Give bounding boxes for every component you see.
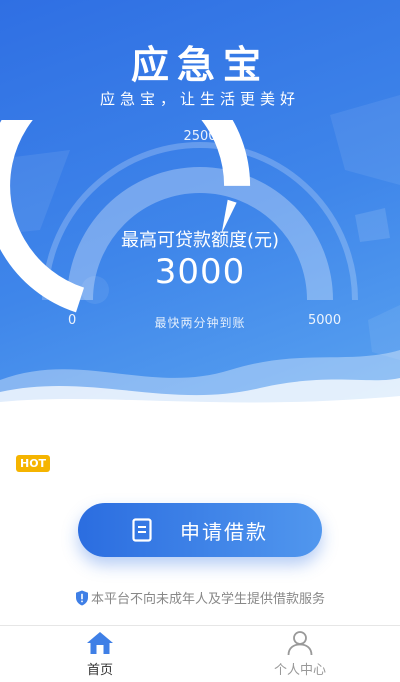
tab-profile-label: 个人中心	[273, 663, 326, 678]
apply-loan-button[interactable]: 申请借款	[78, 503, 322, 557]
app-slogan: 应急宝，让生活更美好	[99, 90, 300, 108]
hero-banner: 应急宝 应急宝，让生活更美好 2500 0 5000 最高可贷款额度(元) 30…	[0, 0, 400, 410]
home-icon	[87, 632, 113, 654]
hot-badge: HOT	[16, 455, 51, 472]
user-icon	[287, 631, 313, 656]
credit-limit-label: 最高可贷款额度(元)	[120, 230, 280, 251]
tab-home-label: 首页	[86, 663, 113, 678]
gauge-mid-label: 2500	[183, 129, 217, 144]
arrival-time-note: 最快两分钟到账	[154, 316, 246, 330]
age-restriction-notice: 本平台不向未成年人及学生提供借款服务	[0, 588, 400, 607]
app-title: 应急宝	[130, 43, 269, 87]
tab-home[interactable]: 首页	[0, 626, 200, 682]
credit-limit-value: 3000	[154, 252, 246, 292]
shield-icon	[75, 590, 88, 605]
tab-profile[interactable]: 个人中心	[200, 626, 400, 682]
document-icon	[132, 518, 152, 542]
notice-text: 本平台不向未成年人及学生提供借款服务	[90, 592, 325, 607]
bottom-tab-bar: 首页 个人中心	[0, 625, 400, 682]
apply-loan-label: 申请借款	[180, 519, 268, 544]
